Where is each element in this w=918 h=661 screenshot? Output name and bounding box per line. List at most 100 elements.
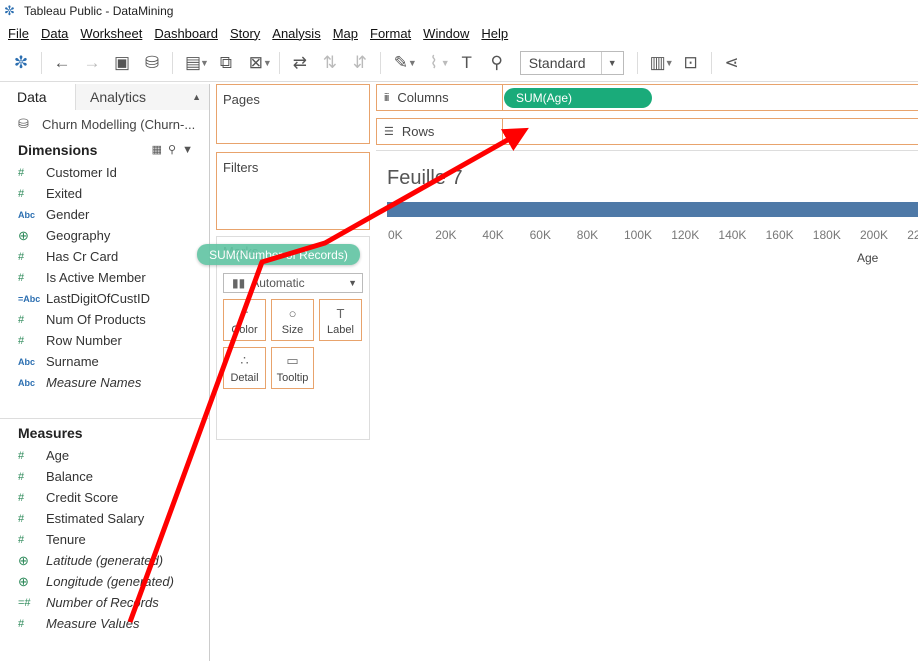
detail-dots-icon: ∴ <box>240 353 249 368</box>
field-longitude-generated[interactable]: ⊕ Longitude (generated) <box>0 571 209 592</box>
menu-map[interactable]: Map <box>327 26 364 41</box>
field-customer-id[interactable]: # Customer Id <box>0 162 209 183</box>
field-latitude-generated[interactable]: ⊕ Latitude (generated) <box>0 550 209 571</box>
title-bar: ✼ Tableau Public - DataMining <box>0 0 918 22</box>
color-button[interactable]: ⁘ Color <box>223 299 266 341</box>
tooltip-button-label: Tooltip <box>276 372 309 384</box>
field-measure-names[interactable]: Abc Measure Names <box>0 372 209 393</box>
redo-icon[interactable]: → <box>77 49 107 77</box>
x-axis-tick-label: 60K <box>529 228 551 242</box>
chevron-down-icon[interactable]: ▼ <box>408 58 417 68</box>
size-circles-icon: ○ <box>288 306 297 321</box>
measures-header: Measures <box>0 421 209 445</box>
field-surname[interactable]: Abc Surname <box>0 351 209 372</box>
field-tenure[interactable]: # Tenure <box>0 529 209 550</box>
menu-file[interactable]: File <box>2 26 35 41</box>
tableau-home-icon[interactable]: ✼ <box>6 49 36 77</box>
field-balance[interactable]: # Balance <box>0 466 209 487</box>
collapse-arrows-icon[interactable]: ▲ <box>192 84 201 110</box>
tab-analytics[interactable]: Analytics ▲ <box>76 84 209 110</box>
x-axis-tick-label: 100K <box>624 228 653 242</box>
presentation-mode-icon[interactable]: ⊡ <box>676 49 706 77</box>
datasource-item[interactable]: ⛁ Churn Modelling (Churn-... <box>0 110 209 138</box>
size-button-label: Size <box>281 324 304 336</box>
filters-card-title: Filters <box>223 160 259 175</box>
data-pane: Data Analytics ▲ ⛁ Churn Modelling (Chur… <box>0 84 210 661</box>
detail-button-label: Detail <box>230 372 259 384</box>
fix-axes-icon[interactable]: ⚲ <box>482 49 512 77</box>
pages-card[interactable]: Pages <box>216 84 370 144</box>
field-has-cr-card[interactable]: # Has Cr Card <box>0 246 209 267</box>
toolbar-divider <box>636 51 638 74</box>
menu-data[interactable]: Data <box>35 26 74 41</box>
field-measure-values[interactable]: # Measure Values <box>0 613 209 634</box>
field-is-active-member[interactable]: # Is Active Member <box>0 267 209 288</box>
number-icon: # <box>18 449 25 462</box>
rows-icon: ☰ <box>384 126 394 138</box>
share-icon[interactable]: ⋖ <box>717 49 747 77</box>
menu-bar: File Data Worksheet Dashboard Story Anal… <box>0 22 918 44</box>
columns-shelf[interactable]: iii Columns SUM(Age) <box>376 84 918 111</box>
size-button[interactable]: ○ Size <box>271 299 314 341</box>
color-button-label: Color <box>231 324 258 336</box>
field-number-of-records[interactable]: =# Number of Records <box>0 592 209 613</box>
sort-descending-icon[interactable]: ⇵ <box>345 49 375 77</box>
tooltip-button[interactable]: ▭ Tooltip <box>271 347 314 389</box>
sort-ascending-icon[interactable]: ⇅ <box>315 49 345 77</box>
chevron-down-icon[interactable]: ▼ <box>200 58 209 68</box>
swap-rows-columns-icon[interactable]: ⇄ <box>285 49 315 77</box>
menu-format[interactable]: Format <box>364 26 417 41</box>
tableau-logo-icon: ✼ <box>4 3 15 18</box>
globe-icon: ⊕ <box>18 227 29 243</box>
dragging-number-of-records-pill[interactable]: SUM(Number of Records) <box>197 244 360 265</box>
menu-analysis[interactable]: Analysis <box>266 26 326 41</box>
chevron-down-icon[interactable]: ▼ <box>441 58 450 68</box>
x-axis-tick-label: 0K <box>388 228 403 242</box>
x-axis-tick-label: 180K <box>812 228 841 242</box>
bar-chart-icon: ▮▮ <box>232 276 246 290</box>
view-list-icon[interactable]: ▦ <box>152 144 168 156</box>
undo-icon[interactable]: ← <box>47 49 77 77</box>
field-row-number[interactable]: # Row Number <box>0 330 209 351</box>
toolbar-divider <box>41 51 42 74</box>
menu-dashboard[interactable]: Dashboard <box>148 26 224 41</box>
rows-shelf[interactable]: ☰ Rows <box>376 118 918 145</box>
menu-worksheet[interactable]: Worksheet <box>74 26 148 41</box>
number-icon: # <box>18 271 25 284</box>
field-age[interactable]: # Age <box>0 445 209 466</box>
detail-button[interactable]: ∴ Detail <box>223 347 266 389</box>
filters-card[interactable]: Filters <box>216 152 370 230</box>
data-pane-tabs: Data Analytics ▲ <box>0 84 209 110</box>
search-icon[interactable]: ⚲ <box>168 144 182 156</box>
menu-window[interactable]: Window <box>417 26 475 41</box>
new-datasource-icon[interactable]: ⛁ <box>137 49 167 77</box>
globe-icon: ⊕ <box>18 552 29 568</box>
field-estimated-salary[interactable]: # Estimated Salary <box>0 508 209 529</box>
sum-age-pill[interactable]: SUM(Age) <box>504 87 652 108</box>
save-icon[interactable]: ▣ <box>107 49 137 77</box>
field-last-digit-of-custid[interactable]: =Abc LastDigitOfCustID <box>0 288 209 309</box>
field-credit-score[interactable]: # Credit Score <box>0 487 209 508</box>
columns-shelf-label: iii Columns <box>377 85 503 110</box>
menu-help[interactable]: Help <box>475 26 514 41</box>
fit-select[interactable]: Standard ▼ <box>519 50 624 75</box>
x-axis-tick-label: 80K <box>576 228 599 242</box>
chevron-down-icon[interactable]: ▼ <box>182 144 199 156</box>
duplicate-sheet-icon[interactable]: ⧉ <box>211 49 241 77</box>
chevron-down-icon[interactable]: ▼ <box>263 58 272 68</box>
tab-data[interactable]: Data <box>0 84 76 110</box>
label-button[interactable]: T Label <box>319 299 362 341</box>
tab-analytics-label: Analytics <box>90 89 147 105</box>
dimensions-title: Dimensions <box>18 142 98 158</box>
mark-type-value: Automatic <box>251 276 305 290</box>
bar-mark-sum-age[interactable] <box>387 202 918 217</box>
field-gender[interactable]: Abc Gender <box>0 204 209 225</box>
window-title: Tableau Public - DataMining <box>24 4 174 18</box>
field-exited[interactable]: # Exited <box>0 183 209 204</box>
mark-type-select[interactable]: ▮▮ Automatic ▼ <box>223 273 363 293</box>
field-num-of-products[interactable]: # Num Of Products <box>0 309 209 330</box>
show-mark-labels-icon[interactable]: T <box>452 49 482 77</box>
menu-story[interactable]: Story <box>224 26 266 41</box>
field-geography[interactable]: ⊕ Geography <box>0 225 209 246</box>
chevron-down-icon[interactable]: ▼ <box>665 58 674 68</box>
